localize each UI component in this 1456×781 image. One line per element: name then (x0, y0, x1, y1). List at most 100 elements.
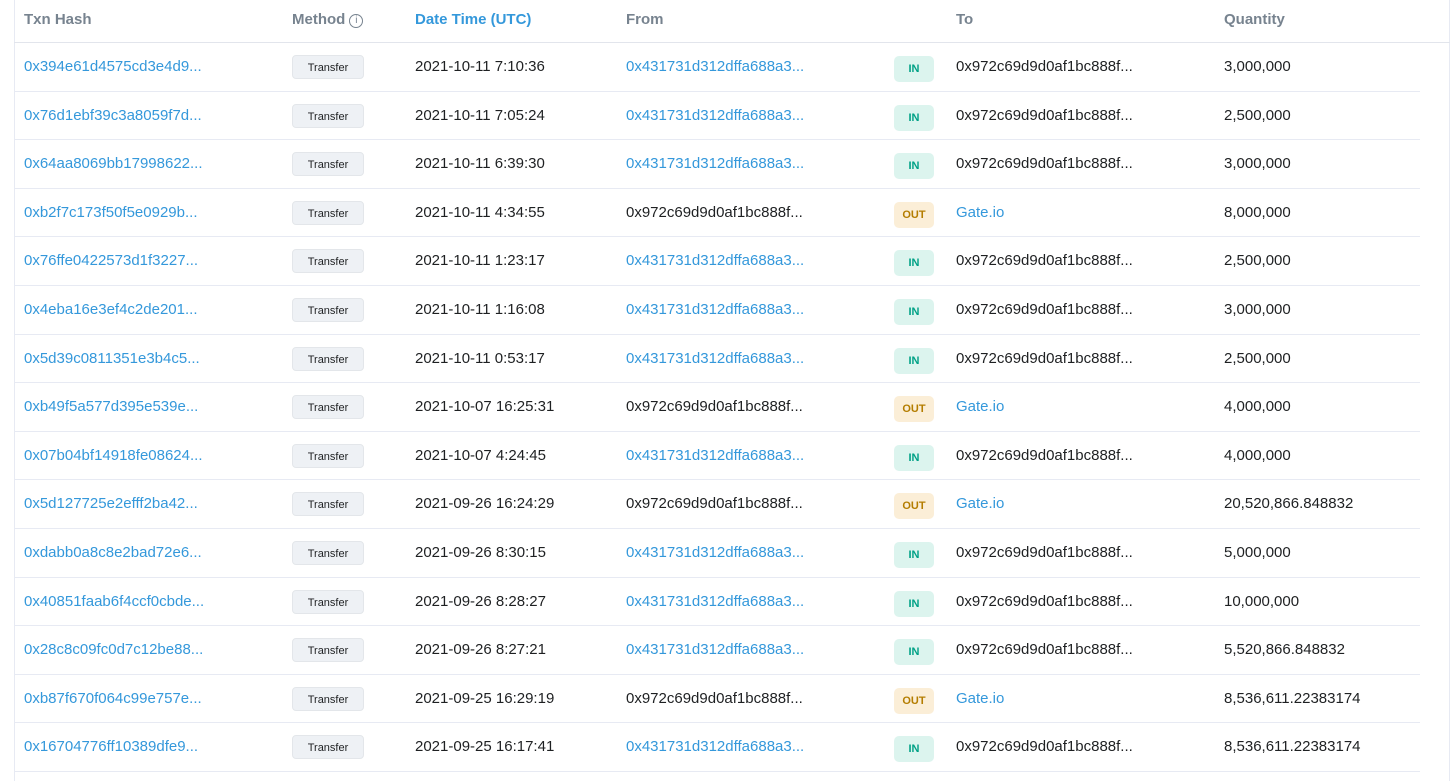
txn-hash-link[interactable]: 0x16704776ff10389dfe9... (24, 723, 198, 770)
to-address-link[interactable]: Gate.io (956, 480, 1004, 527)
txn-hash-link[interactable]: 0x28c8c09fc0d7c12be88... (24, 626, 203, 673)
method-cell: Transfer (292, 492, 364, 517)
method-badge[interactable]: Transfer (292, 298, 364, 322)
txn-hash-link[interactable]: 0xb49f5a577d395e539e... (24, 383, 198, 430)
from-address-link[interactable]: 0x431731d312dffa688a3... (626, 626, 804, 673)
date-time: 2021-10-11 7:05:24 (415, 106, 545, 124)
from-address-link[interactable]: 0x431731d312dffa688a3... (626, 335, 804, 382)
direction-cell: IN (894, 249, 934, 277)
from-address-link[interactable]: 0x431731d312dffa688a3... (626, 432, 804, 479)
info-icon[interactable]: i (349, 14, 364, 28)
method-badge[interactable]: Transfer (292, 249, 364, 274)
txn-hash-link[interactable]: 0xdabb0a8c8e2bad72e6... (24, 529, 202, 576)
method-badge[interactable]: Transfer (292, 735, 364, 760)
date-time: 2021-10-07 4:24:45 (415, 446, 546, 464)
txn-hash-link[interactable]: 0xb2f7c173f50f5e0929b... (24, 189, 197, 236)
from-address-link[interactable]: 0x431731d312dffa688a3... (626, 529, 804, 576)
date-time: 2021-10-11 7:10:36 (415, 58, 545, 75)
method-badge[interactable]: Transfer (292, 152, 364, 177)
method-badge[interactable]: Transfer (292, 492, 364, 517)
to-address-link[interactable]: Gate.io (956, 189, 1004, 236)
method-cell: Transfer (292, 346, 364, 371)
quantity: 8,536,611.22383174 (1224, 738, 1361, 756)
from-address-link[interactable]: 0x431731d312dffa688a3... (626, 43, 804, 90)
txn-hash-link[interactable]: 0x76ffe0422573d1f3227... (24, 237, 198, 284)
to-address: 0x972c69d9d0af1bc888f... (956, 446, 1133, 464)
table-row: 0xdabb0a8c8e2bad72e6... Transfer 2021-09-2… (14, 529, 1420, 578)
method-badge[interactable]: Transfer (292, 541, 364, 565)
method-cell: Transfer (292, 103, 364, 128)
from-address: 0x972c69d9d0af1bc888f... (626, 495, 803, 513)
direction-in-badge: IN (894, 250, 934, 277)
to-address: 0x972c69d9d0af1bc888f... (956, 349, 1133, 367)
to-address: 0x972c69d9d0af1bc888f... (956, 544, 1133, 561)
table-row: 0x4eba16e3ef4c2de201... Transfer 2021-10-1… (14, 286, 1420, 335)
to-address: 0x972c69d9d0af1bc888f... (956, 252, 1133, 270)
direction-cell: IN (894, 347, 934, 374)
quantity: 4,000,000 (1224, 398, 1291, 416)
date-time: 2021-09-26 8:27:21 (415, 641, 546, 659)
date-time: 2021-10-11 0:53:17 (415, 349, 545, 367)
method-cell: Transfer (292, 200, 364, 225)
to-address: 0x972c69d9d0af1bc888f... (956, 592, 1133, 610)
to-address: 0x972c69d9d0af1bc888f... (956, 301, 1133, 318)
date-time: 2021-09-26 8:28:27 (415, 592, 546, 610)
header-method: Method i (292, 0, 364, 42)
method-badge[interactable]: Transfer (292, 395, 364, 420)
quantity: 3,000,000 (1224, 58, 1291, 75)
from-address-link[interactable]: 0x431731d312dffa688a3... (626, 286, 804, 333)
quantity: 8,000,000 (1224, 203, 1291, 221)
quantity: 10,000,000 (1224, 592, 1300, 610)
method-cell: Transfer (292, 541, 364, 565)
date-time: 2021-09-25 16:29:19 (415, 689, 555, 707)
method-badge[interactable]: Transfer (292, 638, 364, 663)
table-row: 0x5d39c0811351e3b4c5... Transfer 2021-10-1… (14, 335, 1420, 384)
direction-cell: OUT (894, 687, 934, 714)
method-badge[interactable]: Transfer (292, 443, 364, 468)
direction-in-badge: IN (894, 590, 934, 617)
header-to: To (956, 11, 974, 28)
txn-hash-link[interactable]: 0x5d127725e2efff2ba42... (24, 480, 198, 527)
from-address-link[interactable]: 0x431731d312dffa688a3... (626, 237, 804, 284)
header-date-time[interactable]: Date Time (UTC) (415, 0, 531, 42)
direction-in-badge: IN (894, 299, 934, 325)
direction-cell: IN (894, 735, 934, 763)
direction-cell: IN (894, 55, 934, 82)
txn-hash-link[interactable]: 0xb87f670f064c99e757e... (24, 675, 202, 722)
method-badge[interactable]: Transfer (292, 103, 364, 128)
direction-in-badge: IN (894, 56, 934, 82)
table-row: 0x76ffe0422573d1f3227... Transfer 2021-10-… (14, 237, 1420, 286)
from-address-link[interactable]: 0x431731d312dffa688a3... (626, 140, 804, 187)
method-cell: Transfer (292, 735, 364, 760)
method-badge[interactable]: Transfer (292, 200, 364, 225)
to-address-link[interactable]: Gate.io (956, 675, 1004, 722)
method-badge[interactable]: Transfer (292, 686, 364, 711)
from-address-link[interactable]: 0x431731d312dffa688a3... (626, 723, 804, 770)
quantity: 5,520,866.848832 (1224, 641, 1345, 659)
direction-out-badge: OUT (894, 201, 934, 228)
txn-hash-link[interactable]: 0x07b04bf14918fe08624... (24, 432, 203, 479)
direction-cell: OUT (894, 492, 934, 520)
method-badge[interactable]: Transfer (292, 589, 364, 614)
txn-hash-link[interactable]: 0x76d1ebf39c3a8059f7d... (24, 92, 202, 139)
table-row: 0xb87f670f064c99e757e... Transfer 2021-09-… (14, 675, 1420, 724)
direction-cell: IN (894, 298, 934, 325)
from-address-link[interactable]: 0x431731d312dffa688a3... (626, 578, 804, 625)
method-cell: Transfer (292, 249, 364, 274)
table-row: 0x16704776ff10389dfe9... Transfer 2021-09-… (14, 723, 1420, 772)
to-address-link[interactable]: Gate.io (956, 383, 1004, 430)
txn-hash-link[interactable]: 0x40851faab6f4ccf0cbde... (24, 578, 204, 625)
txn-hash-link[interactable]: 0x5d39c0811351e3b4c5... (24, 335, 200, 382)
table-row: 0x76d1ebf39c3a8059f7d... Transfer 2021-10-… (14, 92, 1420, 141)
from-address: 0x972c69d9d0af1bc888f... (626, 203, 803, 221)
method-cell: Transfer (292, 395, 364, 420)
method-badge[interactable]: Transfer (292, 55, 364, 79)
txn-hash-link[interactable]: 0x394e61d4575cd3e4d9... (24, 43, 202, 90)
quantity: 5,000,000 (1224, 544, 1291, 561)
txn-hash-link[interactable]: 0x4eba16e3ef4c2de201... (24, 286, 198, 333)
date-time: 2021-10-11 1:16:08 (415, 301, 545, 318)
txn-hash-link[interactable]: 0x64aa8069bb17998622... (24, 140, 203, 187)
method-cell: Transfer (292, 55, 364, 79)
from-address-link[interactable]: 0x431731d312dffa688a3... (626, 92, 804, 139)
method-badge[interactable]: Transfer (292, 346, 364, 371)
